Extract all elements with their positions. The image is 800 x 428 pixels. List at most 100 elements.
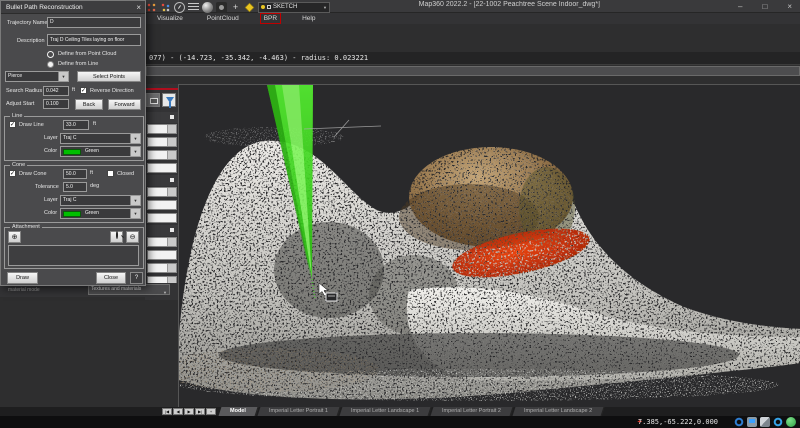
line-layer-label: Layer xyxy=(44,135,58,141)
window-title: Map360 2022.2 - [22-1002 Peachtree Scene… xyxy=(200,1,600,8)
tolerance-input[interactable]: 5.0 xyxy=(63,182,87,192)
last-sheet-button[interactable]: ▶| xyxy=(195,408,205,415)
tab-imperial-letter-portrait-2[interactable]: Imperial Letter Portrait 2 xyxy=(431,407,514,416)
method-dropdown[interactable]: Pierce ▼ xyxy=(5,71,69,82)
cone-color-value: Green xyxy=(85,210,99,216)
panel-field[interactable] xyxy=(145,199,178,212)
cone-layer-dropdown[interactable]: Traj C ▼ xyxy=(60,195,141,206)
panel-field[interactable] xyxy=(145,123,178,136)
trajectory-name-label: Trajectory Name xyxy=(7,20,47,26)
panel-field[interactable] xyxy=(145,249,178,262)
tab-imperial-letter-portrait-1[interactable]: Imperial Letter Portrait 1 xyxy=(257,407,340,416)
list-lines-icon[interactable] xyxy=(188,3,199,12)
adjust-start-input[interactable]: 0.100 xyxy=(43,99,69,109)
menu-item-pointcloud[interactable]: PointCloud xyxy=(204,14,242,23)
sheet-nav: |◀ ◀ ▶ ▶| + xyxy=(162,408,216,415)
maximize-button[interactable]: □ xyxy=(762,0,767,13)
trajectory-name-input[interactable]: D xyxy=(47,17,141,28)
method-value: Pierce xyxy=(8,73,22,79)
cascade-windows-icon[interactable] xyxy=(760,417,770,427)
panel-field[interactable] xyxy=(145,162,178,175)
prev-sheet-button[interactable]: ◀ xyxy=(173,408,183,415)
tab-imperial-letter-landscape-1[interactable]: Imperial Letter Landscape 1 xyxy=(339,407,431,416)
cone-length-input[interactable]: 50.0 xyxy=(63,169,87,179)
close-button[interactable]: × xyxy=(787,0,792,13)
back-button[interactable]: Back xyxy=(75,99,103,110)
dialog-title[interactable]: Bullet Path Reconstruction xyxy=(1,1,145,14)
cone-color-dropdown[interactable]: Green ▼ xyxy=(60,208,141,219)
left-dock-panel xyxy=(145,84,178,300)
app-window: + SKETCH ▼ Map360 2022.2 - [22-1002 Peac… xyxy=(0,0,800,428)
chevron-down-icon: ▼ xyxy=(58,72,68,81)
description-input[interactable]: Traj D Ceiling Tiles laying on floor xyxy=(47,34,141,46)
viewport-3d[interactable] xyxy=(178,84,800,407)
material-mode-label: material mode xyxy=(8,287,40,293)
search-radius-label: Search Radius xyxy=(6,88,42,94)
add-sheet-button[interactable]: + xyxy=(206,408,216,415)
gauge-icon[interactable] xyxy=(174,2,185,13)
point-cloud-colorize-icon[interactable] xyxy=(146,2,157,13)
forward-button[interactable]: Forward xyxy=(108,99,141,110)
tab-model[interactable]: Model xyxy=(219,407,259,416)
command-input[interactable] xyxy=(146,66,800,76)
menu-item-visualize[interactable]: Visualize xyxy=(154,14,186,23)
cone-color-label: Color xyxy=(44,210,57,216)
point-cloud-body xyxy=(179,127,800,401)
menu-item-help[interactable]: Help xyxy=(299,14,318,23)
line-group: Line ✓ Draw Line 33.0 ft Layer Traj C ▼ … xyxy=(4,116,144,161)
panel-section-header[interactable] xyxy=(145,175,178,186)
first-sheet-button[interactable]: |◀ xyxy=(162,408,172,415)
define-from-point-cloud-label: Define from Point Cloud xyxy=(58,51,116,57)
dialog-close-icon[interactable]: × xyxy=(136,1,141,14)
panel-section-header[interactable] xyxy=(145,112,178,123)
refresh-icon[interactable] xyxy=(773,417,783,427)
snapshot-button[interactable] xyxy=(146,93,160,107)
help-button[interactable]: ? xyxy=(130,272,143,284)
attach-add-button[interactable]: ⊕ xyxy=(8,231,21,243)
search-radius-input[interactable]: 0.042 xyxy=(43,86,69,96)
panel-field[interactable] xyxy=(145,149,178,162)
dialog-close-button[interactable]: Close xyxy=(96,272,126,284)
material-mode-value: Textures and materials xyxy=(91,286,141,292)
panel-field[interactable] xyxy=(145,136,178,149)
line-color-dropdown[interactable]: Green ▼ xyxy=(60,146,141,157)
filter-button[interactable] xyxy=(162,93,176,107)
description-label: Description xyxy=(17,38,45,44)
camera-icon xyxy=(150,98,158,104)
define-from-line-radio[interactable] xyxy=(47,61,54,68)
chevron-down-icon: ▼ xyxy=(130,147,140,156)
check-icon: ✓ xyxy=(10,171,15,177)
attach-search-button[interactable] xyxy=(110,231,123,243)
define-from-point-cloud-radio[interactable] xyxy=(47,51,54,58)
minimize-button[interactable]: – xyxy=(738,0,742,13)
sync-icon[interactable] xyxy=(734,417,744,427)
green-color-swatch xyxy=(63,149,81,155)
status-ok-icon[interactable] xyxy=(786,417,796,427)
panel-field[interactable] xyxy=(145,186,178,199)
image-icon[interactable] xyxy=(747,417,757,427)
line-layer-dropdown[interactable]: Traj C ▼ xyxy=(60,133,141,144)
reverse-direction-checkbox[interactable]: ✓ xyxy=(80,87,87,94)
panel-field[interactable] xyxy=(145,236,178,249)
closed-label: Closed xyxy=(117,171,134,177)
panel-field[interactable] xyxy=(145,212,178,225)
line-group-title: Line xyxy=(10,113,24,120)
line-length-unit: ft xyxy=(93,121,96,127)
line-length-input[interactable]: 33.0 xyxy=(63,120,89,130)
tab-imperial-letter-landscape-2[interactable]: Imperial Letter Landscape 2 xyxy=(513,407,605,416)
filter-funnel-icon xyxy=(166,97,174,103)
closed-checkbox[interactable] xyxy=(107,170,114,177)
draw-line-checkbox[interactable]: ✓ xyxy=(9,121,16,128)
panel-section-header[interactable] xyxy=(145,225,178,236)
attachment-list[interactable] xyxy=(8,245,139,266)
chevron-down-icon: ▼ xyxy=(130,134,140,143)
panel-field[interactable] xyxy=(145,262,178,275)
point-cloud-classify-icon[interactable] xyxy=(160,2,171,13)
attach-remove-button[interactable]: ⊖ xyxy=(126,231,139,243)
cone-layer-label: Layer xyxy=(44,197,58,203)
menu-item-bpr[interactable]: BPR xyxy=(260,13,281,24)
select-points-button[interactable]: Select Points xyxy=(77,71,141,82)
draw-cone-checkbox[interactable]: ✓ xyxy=(9,170,16,177)
next-sheet-button[interactable]: ▶ xyxy=(184,408,194,415)
draw-button[interactable]: Draw xyxy=(7,272,38,284)
